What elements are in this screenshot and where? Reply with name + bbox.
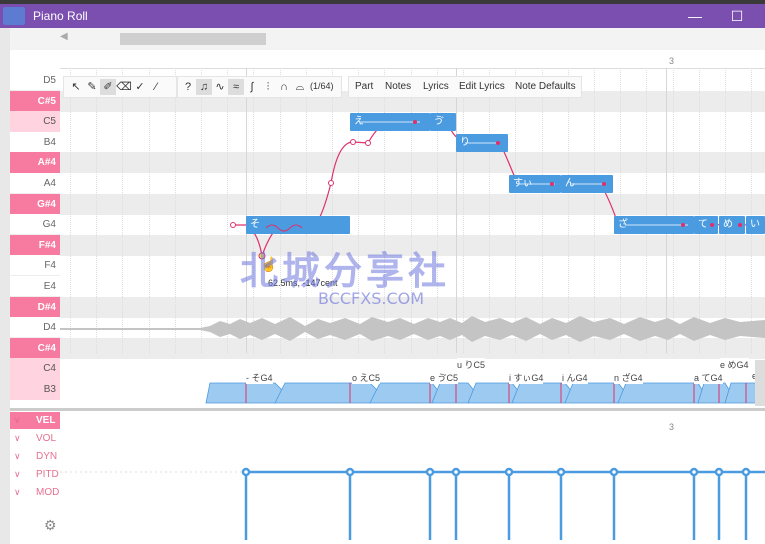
velocity-lane[interactable] [0, 0, 765, 544]
gear-icon[interactable]: ⚙ [44, 517, 57, 534]
